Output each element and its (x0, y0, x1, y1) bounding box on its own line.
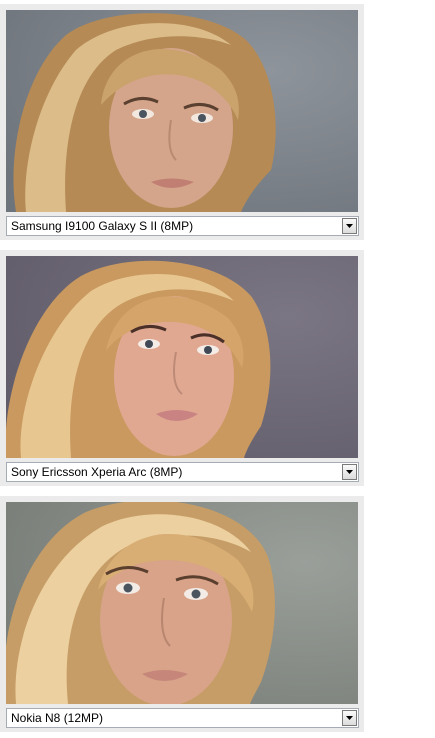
portrait-image (6, 256, 358, 458)
comparison-panel-3: Nokia N8 (12MP) (0, 496, 364, 732)
camera-sample-photo-2 (6, 256, 358, 458)
camera-select-value: Samsung I9100 Galaxy S II (8MP) (11, 219, 194, 233)
comparison-panel-1: Samsung I9100 Galaxy S II (8MP) (0, 4, 364, 240)
camera-sample-photo-1 (6, 10, 358, 212)
chevron-down-icon (346, 224, 353, 228)
camera-select-2[interactable]: Sony Ericsson Xperia Arc (8MP) (6, 462, 359, 482)
camera-select-value: Nokia N8 (12MP) (11, 711, 104, 725)
chevron-down-icon (346, 716, 353, 720)
camera-select-3[interactable]: Nokia N8 (12MP) (6, 708, 359, 728)
dropdown-button[interactable] (342, 464, 357, 480)
camera-select-1[interactable]: Samsung I9100 Galaxy S II (8MP) (6, 216, 359, 236)
camera-sample-photo-3 (6, 502, 358, 704)
chevron-down-icon (346, 470, 353, 474)
comparison-panel-2: Sony Ericsson Xperia Arc (8MP) (0, 250, 364, 486)
dropdown-button[interactable] (342, 710, 357, 726)
portrait-image (6, 502, 358, 704)
camera-select-value: Sony Ericsson Xperia Arc (8MP) (11, 465, 183, 479)
portrait-image (6, 10, 358, 212)
dropdown-button[interactable] (342, 218, 357, 234)
